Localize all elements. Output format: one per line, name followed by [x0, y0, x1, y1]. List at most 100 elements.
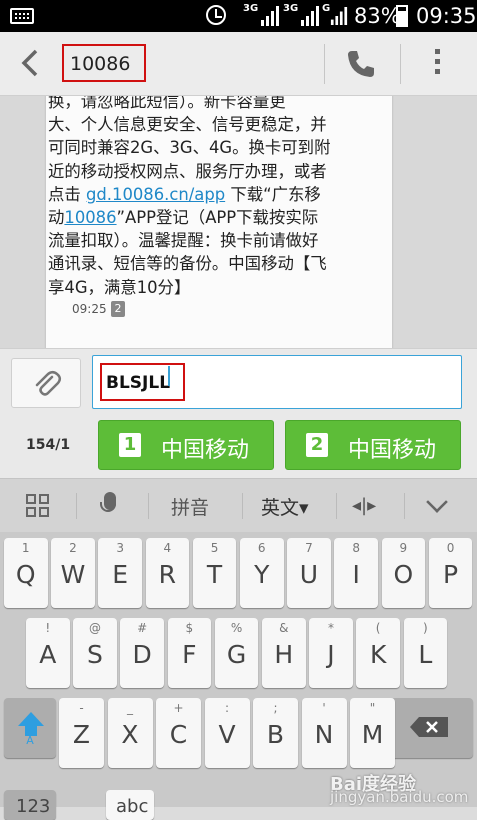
key-o[interactable]: 9O [381, 538, 426, 608]
key-primary-label: J [327, 640, 335, 669]
abc-key[interactable]: abc [106, 790, 154, 820]
key-secondary-label: 2 [69, 541, 77, 555]
grid-menu-icon[interactable] [26, 494, 50, 518]
key-secondary-label: 6 [257, 541, 266, 555]
battery-percent: 83% [354, 4, 401, 28]
sim1-number-icon: 1 [119, 433, 141, 457]
key-primary-label: H [274, 640, 294, 669]
key-v[interactable]: :V [204, 698, 250, 768]
key-x[interactable]: _ X [107, 698, 153, 768]
key-primary-label: Y [254, 560, 270, 589]
message-line: 大、个人信息更安全、信号更稳定，并 [48, 115, 327, 135]
key-secondary-label: - [79, 701, 84, 715]
key-r[interactable]: 4R [145, 538, 190, 608]
key-secondary-label: * [327, 621, 334, 635]
signal-icon [301, 6, 319, 26]
key-n[interactable]: ' N [301, 698, 347, 768]
key-h[interactable]: & H [262, 618, 306, 688]
message-line: 动10086”APP登记（APP下载按实际 [48, 206, 378, 229]
key-primary-label: X [121, 720, 139, 749]
key-y[interactable]: 6Y [240, 538, 284, 608]
backspace-key[interactable] [391, 698, 473, 758]
key-g[interactable]: % G [214, 618, 259, 688]
send-sim2-button[interactable]: 2 中国移动 [285, 420, 461, 470]
key-q[interactable]: 1Q [4, 538, 48, 608]
key-secondary-label: $ [185, 621, 194, 635]
message-line: 流量扣取）。温馨提醒：换卡前请做好 [48, 231, 319, 251]
attach-button[interactable] [11, 358, 81, 408]
key-secondary-label: 3 [116, 541, 124, 555]
message-link-url[interactable]: gd.10086.cn/app [86, 185, 225, 204]
signal-icon [261, 6, 279, 26]
key-s[interactable]: @ S [73, 618, 117, 688]
message-line: 近的移动授权网点、服务厅办理，或者 [48, 161, 327, 181]
message-text-fragment: 点击 [48, 184, 81, 204]
key-primary-label: S [87, 640, 103, 669]
key-m[interactable]: " M [350, 698, 395, 768]
key-i[interactable]: 8I [334, 538, 378, 608]
key-b[interactable]: ; B [253, 698, 298, 768]
sim2-number-icon: 2 [306, 433, 328, 457]
key-secondary-label: 5 [210, 541, 219, 555]
compose-area: BLSJLL 154/1 1 中国移动 2 中国移动 [0, 348, 477, 478]
message-text-fragment: 下载“广东移 [230, 184, 321, 204]
key-k[interactable]: (K [356, 618, 400, 688]
keyboard: A 123 abc 1 Q 2 W 3 E 4 R 5 T 6 Y 7 U 8 I 9 O 0 P! A @ S # D $ F% G… [0, 532, 477, 820]
key-secondary-label: # [137, 621, 148, 635]
microphone-icon[interactable] [100, 492, 116, 512]
paperclip-icon [35, 371, 61, 396]
key-primary-label: G [226, 640, 247, 669]
key-j[interactable]: * J [309, 618, 353, 688]
key-primary-label: A [39, 640, 57, 669]
pinyin-mode-button[interactable]: 拼音 [171, 493, 209, 520]
key-a[interactable]: ! A [26, 618, 70, 688]
contact-name[interactable]: 10086 [62, 44, 146, 82]
key-primary-label: N [314, 720, 334, 749]
key-p[interactable]: 0P [428, 538, 473, 608]
cursor-move-icon[interactable]: ◂|▸ [352, 495, 376, 516]
more-options-icon[interactable] [432, 49, 442, 79]
key-t[interactable]: 5T [192, 538, 237, 608]
numbers-key[interactable]: 123 [4, 790, 56, 820]
key-primary-label: W [60, 560, 86, 589]
key-w[interactable]: 2W [51, 538, 95, 608]
key-e[interactable]: 3E [98, 538, 142, 608]
key-secondary-label: % [230, 621, 243, 635]
key-primary-label: B [266, 720, 285, 749]
key-secondary-label: ' [322, 701, 326, 715]
key-c[interactable]: + C [156, 698, 201, 768]
header-divider [400, 44, 401, 84]
message-thread[interactable]: 换，请忽略此短信）。新卡容量更 大、个人信息更安全、信号更稳定，并 可同时兼容2… [0, 96, 477, 348]
key-u[interactable]: 7U [287, 538, 331, 608]
message-link-number[interactable]: 10086 [64, 208, 116, 227]
english-mode-dropdown[interactable]: 英文▾ [261, 493, 309, 520]
key-secondary-label: ( [375, 621, 381, 635]
key-primary-label: I [352, 560, 360, 589]
network-type-3: G [322, 3, 331, 14]
message-line: 通讯录、短信等的备份。中国移动【飞 [48, 254, 327, 274]
phone-call-icon[interactable] [346, 49, 376, 79]
key-primary-label: V [218, 720, 236, 749]
back-arrow-icon[interactable] [20, 49, 40, 77]
key-primary-label: E [112, 560, 129, 589]
key-primary-label: R [158, 560, 177, 589]
key-primary-label: K [369, 640, 387, 669]
key-primary-label: L [418, 640, 433, 669]
message-line: 享4G，满意10分】 [48, 277, 191, 297]
key-secondary-label: @ [88, 621, 101, 635]
send-sim1-button[interactable]: 1 中国移动 [98, 420, 274, 470]
key-d[interactable]: # D [120, 618, 164, 688]
key-primary-label: F [182, 640, 197, 669]
key-primary-label: Z [72, 720, 91, 749]
key-secondary-label: : [224, 701, 230, 715]
shift-key[interactable]: A [4, 698, 56, 758]
key-secondary-label: & [279, 621, 289, 635]
key-l[interactable]: ) L [403, 618, 448, 688]
key-primary-label: C [169, 720, 188, 749]
key-secondary-label: ) [423, 621, 428, 635]
key-f[interactable]: $ F [167, 618, 212, 688]
chevron-down-icon[interactable] [426, 491, 448, 513]
key-z[interactable]: -Z [59, 698, 104, 768]
message-input[interactable]: BLSJLL [92, 355, 462, 409]
status-time: 09:35 [416, 4, 477, 28]
